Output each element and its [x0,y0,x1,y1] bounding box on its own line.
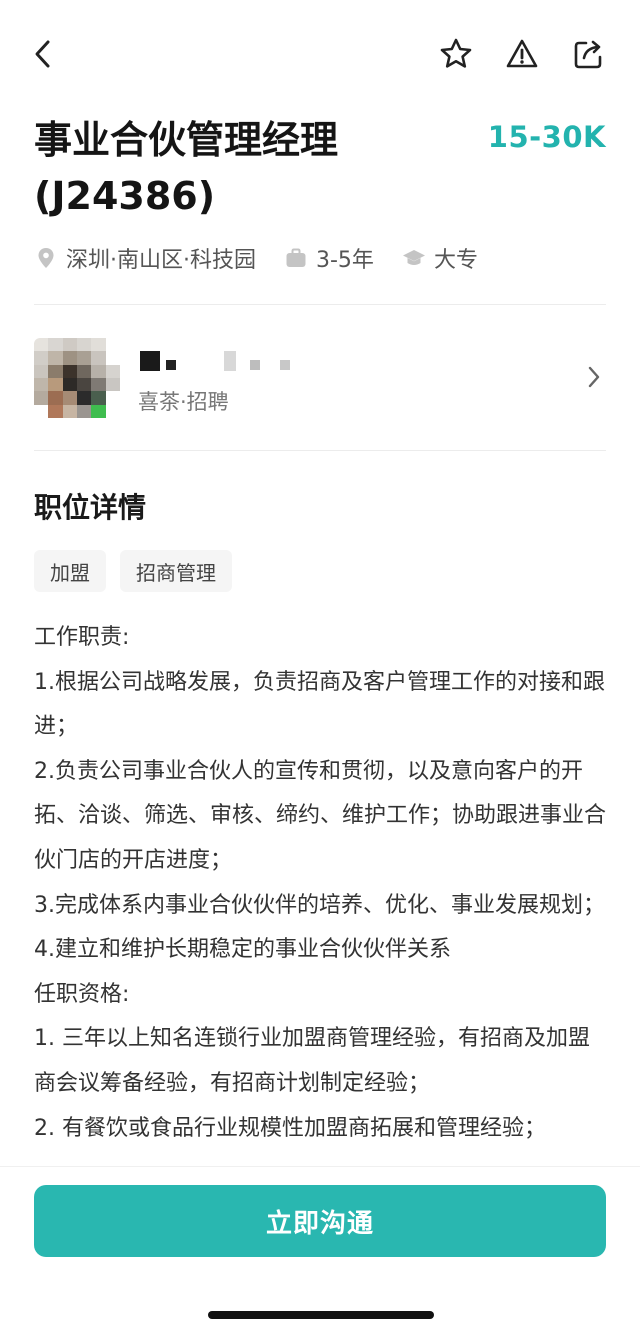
description-line: 任职资格: [34,981,130,1007]
favorite-button[interactable] [430,28,482,80]
recruiter-avatar [34,338,120,418]
job-tag: 招商管理 [120,550,232,592]
share-button[interactable] [562,28,614,80]
job-detail-page: 事业合伙管理经理(J24386) 15-30K 深圳·南山区·科技园 3-5年 … [0,0,640,1331]
divider [34,450,606,451]
top-navigation [0,28,640,84]
chat-now-button[interactable]: 立即沟通 [34,1185,606,1257]
job-tags: 加盟 招商管理 [34,550,246,592]
description-line: 1. 三年以上知名连锁行业加盟商管理经验，有招商及加盟商会议筹备经验，有招商计划… [34,1026,590,1096]
chevron-left-icon [35,40,50,68]
location-pin-icon [38,248,54,268]
job-description: 工作职责: 1.根据公司战略发展，负责招商及客户管理工作的对接和跟进； 2.负责… [34,616,606,1164]
graduation-cap-icon [402,250,425,265]
description-line: 工作职责: [34,625,130,650]
bottom-action-bar: 立即沟通 [0,1166,640,1331]
salary-range: 15-30K [487,120,606,154]
back-button[interactable] [18,28,70,80]
recruiter-card[interactable]: 喜茶·招聘 [34,338,606,418]
chevron-right-icon [588,366,600,388]
experience-meta: 3-5年 [284,242,374,274]
section-title: 职位详情 [34,491,147,524]
divider [34,304,606,305]
job-tag: 加盟 [34,550,106,592]
recruiter-name-blurred [140,350,296,372]
education-meta: 大专 [402,242,478,274]
home-indicator [208,1311,434,1319]
description-line: 2.负责公司事业合伙人的宣传和贯彻，以及意向客户的开拓、洽谈、筛选、审核、缔约、… [34,758,606,873]
description-line: 3.完成体系内事业合伙伙伴的培养、优化、事业发展规划； [34,892,605,918]
experience-text: 3-5年 [316,248,374,273]
star-icon [440,38,472,68]
report-button[interactable] [496,28,548,80]
location-text: 深圳·南山区·科技园 [66,248,256,273]
location-meta: 深圳·南山区·科技园 [34,242,256,274]
description-line: 1.根据公司战略发展，负责招商及客户管理工作的对接和跟进； [34,669,605,740]
warning-icon [506,39,538,68]
job-title: 事业合伙管理经理(J24386) [34,118,339,218]
share-icon [574,40,602,69]
job-meta: 深圳·南山区·科技园 3-5年 大专 [34,240,506,276]
recruiter-company: 喜茶·招聘 [138,390,229,414]
briefcase-icon [286,248,306,267]
description-line: 2. 有餐饮或食品行业规模性加盟商拓展和管理经验； [34,1115,546,1141]
education-text: 大专 [433,248,478,273]
description-line: 4.建立和维护长期稳定的事业合伙伙伴关系 [34,937,451,963]
